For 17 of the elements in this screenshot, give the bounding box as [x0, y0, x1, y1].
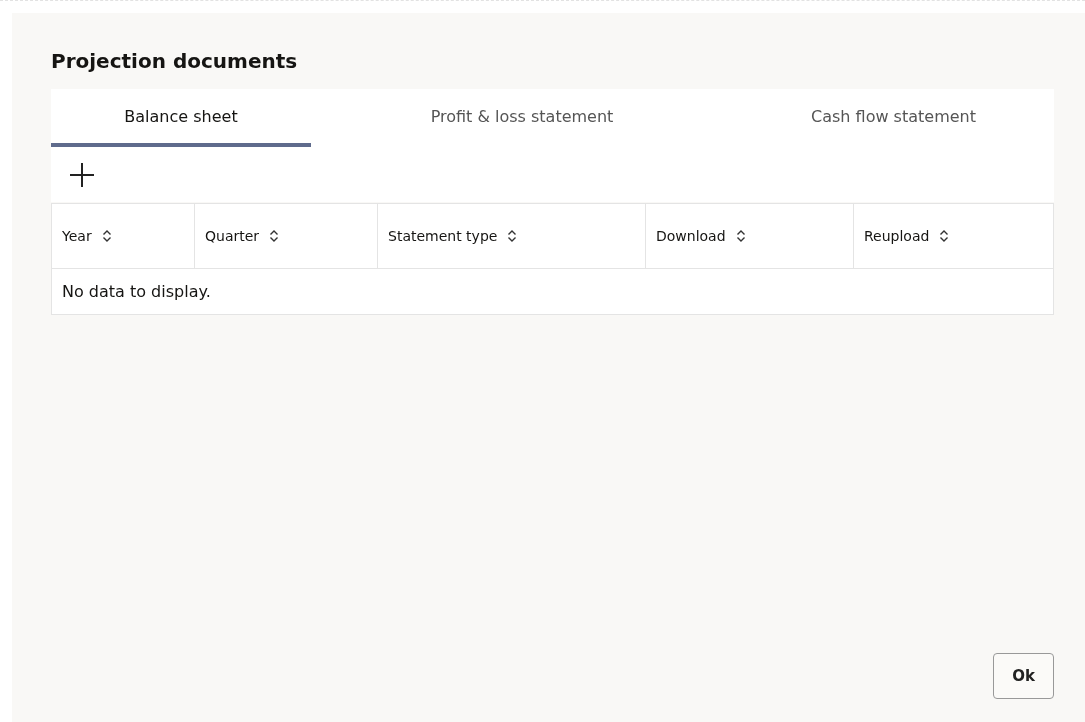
column-header[interactable]: Quarter — [205, 228, 260, 244]
column-header[interactable]: Reupload — [864, 228, 930, 244]
tab[interactable]: Cash flow statement — [733, 89, 1054, 147]
sort-icon[interactable] — [735, 229, 746, 243]
column-header[interactable]: Download — [656, 228, 726, 244]
column-header[interactable]: Statement type — [388, 228, 498, 244]
sort-icon[interactable] — [939, 229, 950, 243]
empty-message: No data to display. — [62, 282, 211, 301]
column-header[interactable]: Year — [62, 228, 92, 244]
tab[interactable]: Balance sheet — [51, 89, 311, 147]
add-icon[interactable] — [69, 161, 95, 188]
tab[interactable]: Profit & loss statement — [311, 89, 733, 147]
dialog-title: Projection documents — [51, 49, 299, 73]
sort-icon[interactable] — [507, 229, 518, 243]
sort-icon[interactable] — [101, 229, 112, 243]
ok-button[interactable]: Ok — [993, 653, 1054, 699]
sort-icon[interactable] — [269, 229, 280, 243]
